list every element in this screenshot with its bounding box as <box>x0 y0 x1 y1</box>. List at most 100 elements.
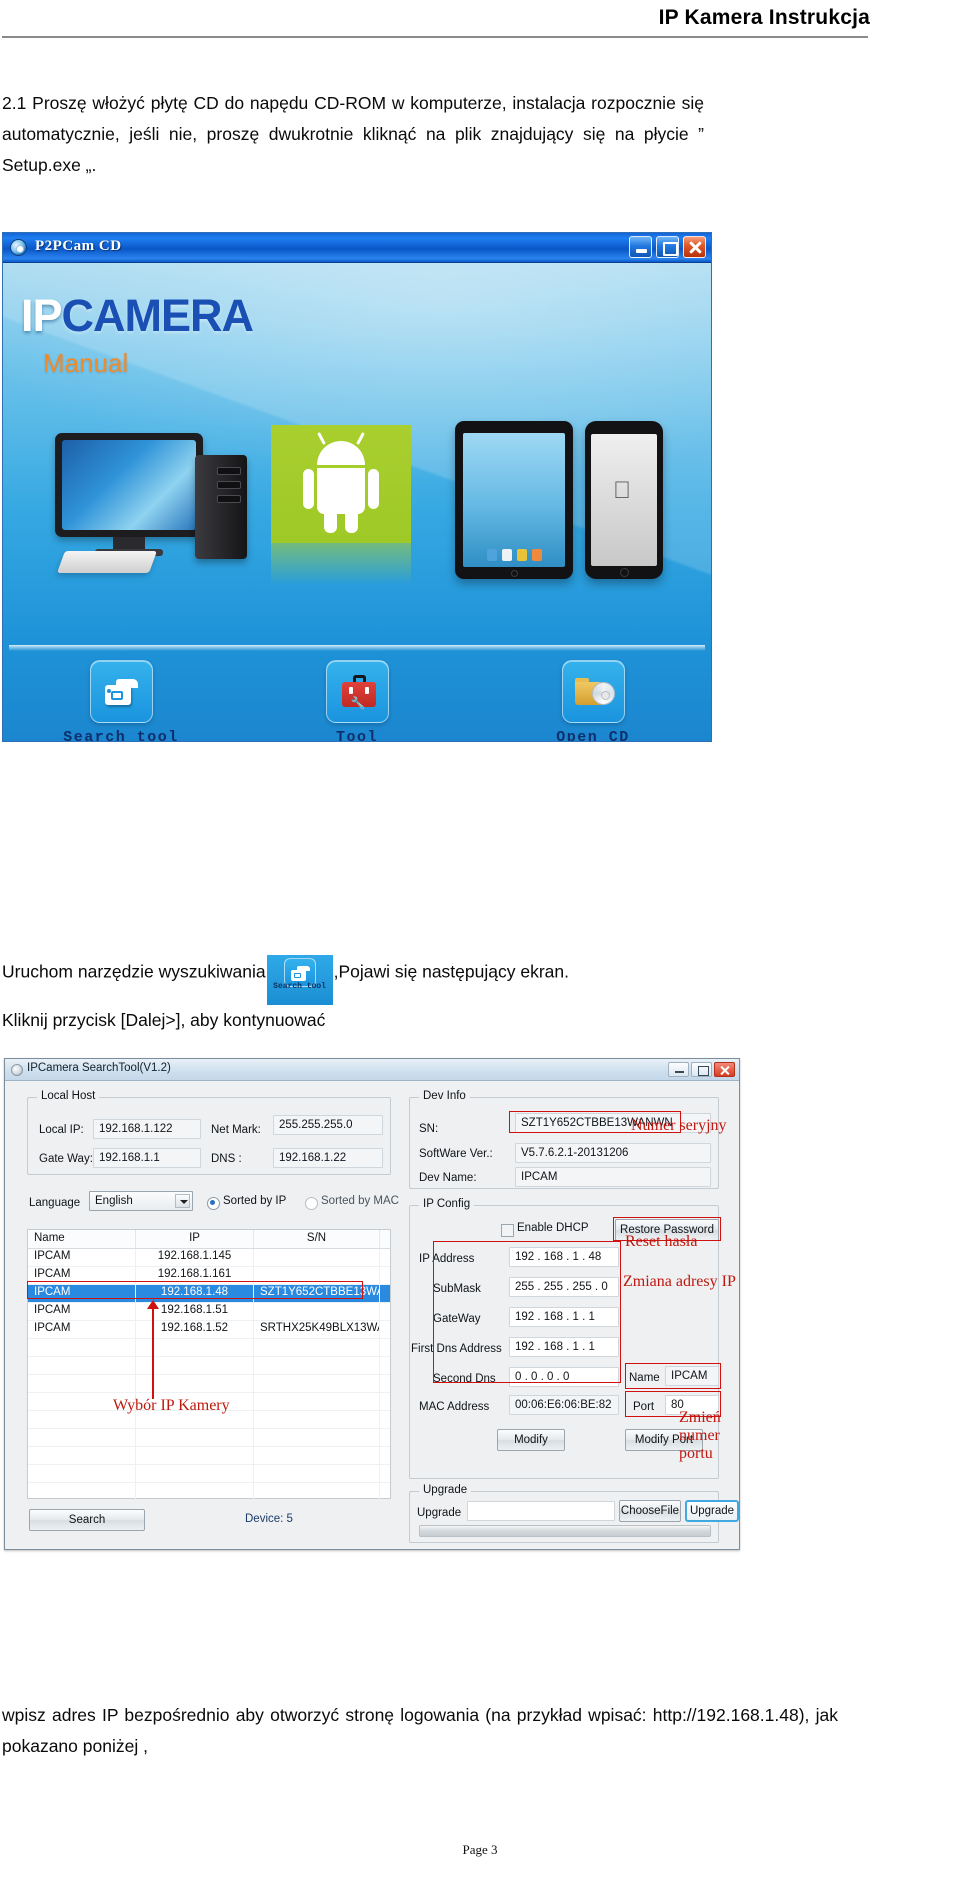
annotation-change-ip: Zmiana adresy IP <box>623 1273 736 1290</box>
maximize-icon[interactable] <box>656 236 679 258</box>
chevron-down-icon[interactable] <box>175 1194 190 1208</box>
keyboard-icon <box>56 551 158 573</box>
column-header-ip: IP <box>136 1230 254 1248</box>
table-row[interactable] <box>28 1483 390 1501</box>
close-icon[interactable] <box>714 1062 735 1077</box>
cell-name: IPCAM <box>28 1249 136 1266</box>
cd-manual-label: Manual <box>43 348 129 378</box>
toolbox-icon: 🔧 <box>325 660 389 723</box>
searchtool-window-title: IPCamera SearchTool(V1.2) <box>27 1062 171 1074</box>
language-select[interactable]: English <box>89 1191 193 1211</box>
language-value: English <box>95 1195 133 1207</box>
table-row[interactable] <box>28 1339 390 1357</box>
annotation-box-device-name <box>625 1363 721 1389</box>
local-host-group-label: Local Host <box>37 1090 100 1102</box>
close-icon[interactable] <box>683 236 706 258</box>
upgrade-group-label: Upgrade <box>419 1484 472 1496</box>
camera-icon <box>89 660 153 723</box>
cd-logo-camera: CAMERA <box>61 290 254 341</box>
column-header-name: Name <box>28 1230 136 1248</box>
table-row[interactable] <box>28 1357 390 1375</box>
cd-logo: IPCAMERA <box>21 290 254 341</box>
table-row[interactable] <box>28 1429 390 1447</box>
upgrade-field-label: Upgrade <box>417 1507 462 1519</box>
desktop-pc-illustration <box>55 433 255 581</box>
net-mask-label: Net Mark: <box>211 1124 261 1136</box>
search-button[interactable]: Search <box>29 1509 145 1531</box>
mac-address-value: 00:06:E6:06:BE:82 <box>509 1395 619 1415</box>
upgrade-progress-bar <box>419 1525 711 1537</box>
cd-action-search-tool[interactable]: Search tool <box>46 660 196 742</box>
net-mask-value: 255.255.255.0 <box>273 1115 383 1135</box>
searchtool-body: Local Host Local IP: 192.168.1.122 Net M… <box>5 1081 739 1549</box>
dns-label: DNS : <box>211 1153 242 1165</box>
cd-window-titlebar: P2PCam CD <box>3 233 711 263</box>
running-header-title: IP Kamera Instrukcja <box>658 6 870 29</box>
cd-logo-ip: IP <box>21 290 63 341</box>
software-version-label: SoftWare Ver.: <box>419 1148 493 1160</box>
run-tool-text-after: ,Pojawi się następujący ekran. <box>333 961 569 982</box>
choose-file-button[interactable]: ChooseFile <box>619 1500 681 1522</box>
table-row[interactable] <box>28 1375 390 1393</box>
cell-sn <box>254 1249 380 1266</box>
pc-tower-icon <box>195 455 247 559</box>
dev-name-label: Dev Name: <box>419 1172 477 1184</box>
language-label: Language <box>29 1197 81 1209</box>
sort-by-mac-radio[interactable]: Sorted by MAC <box>305 1195 399 1210</box>
minimize-icon[interactable] <box>629 236 652 258</box>
annotation-box-change-ip <box>433 1241 621 1383</box>
searchtool-window-buttons <box>668 1062 735 1077</box>
paragraph-enter-ip: wpisz adres IP bezpośrednio aby otworzyć… <box>2 1705 838 1756</box>
inline-badge-label: Search tool <box>273 982 326 991</box>
annotation-password-reset: Reset hasła <box>625 1233 698 1250</box>
cd-action-label: Tool <box>335 729 378 742</box>
minimize-icon[interactable] <box>668 1062 689 1077</box>
app-icon <box>11 1064 23 1076</box>
cd-autorun-window: P2PCam CD IPCAMERA Manual Search tool 🔧 … <box>2 232 712 742</box>
annotation-serial-number: Numer seryjny <box>631 1117 727 1134</box>
modify-button[interactable]: Modify <box>497 1429 565 1451</box>
enable-dhcp-checkbox[interactable]: Enable DHCP <box>501 1222 589 1237</box>
cd-action-label: Search tool <box>63 729 179 742</box>
software-version-value: V5.7.6.2.1-20131206 <box>515 1143 711 1163</box>
dev-info-group-label: Dev Info <box>419 1090 470 1102</box>
cd-action-tool[interactable]: 🔧 Tool <box>282 660 432 742</box>
table-row[interactable] <box>28 1447 390 1465</box>
device-list-header: Name IP S/N <box>28 1230 390 1249</box>
upgrade-file-field[interactable] <box>467 1501 615 1521</box>
table-row[interactable]: IPCAM 192.168.1.145 <box>28 1249 390 1267</box>
inline-search-tool-icon[interactable]: Search tool <box>266 955 333 1005</box>
paragraph-run-search-tool: Uruchom narzędzie wyszukiwania Search to… <box>2 955 838 1005</box>
cd-disc-icon <box>10 239 27 256</box>
android-robot-icon <box>303 432 379 533</box>
local-ip-label: Local IP: <box>39 1124 84 1136</box>
sort-by-ip-radio[interactable]: Sorted by IP <box>207 1195 286 1210</box>
maximize-icon[interactable] <box>691 1062 712 1077</box>
page-footer: Page 3 <box>462 1842 498 1857</box>
cell-sn: SRTHX25K49BLX13WANC1 <box>254 1321 380 1338</box>
device-list[interactable]: Name IP S/N IPCAM 192.168.1.145 IPCAM 19… <box>27 1229 391 1519</box>
table-row[interactable]: IPCAM 192.168.1.52 SRTHX25K49BLX13WANC1 <box>28 1321 390 1339</box>
paragraph-step-2-1: 2.1 Proszę włożyć płytę CD do napędu CD-… <box>2 93 704 175</box>
annotation-pointer-arrow <box>147 1300 159 1309</box>
dev-name-value: IPCAM <box>515 1167 711 1187</box>
column-header-sn: S/N <box>254 1230 380 1248</box>
cd-window-title: P2PCam CD <box>35 238 122 254</box>
table-row[interactable] <box>28 1465 390 1483</box>
sn-label: SN: <box>419 1123 439 1135</box>
smartphone-illustration:  <box>585 421 663 579</box>
ipcamera-searchtool-window: IPCamera SearchTool(V1.2) Local Host Loc… <box>4 1058 740 1550</box>
run-tool-text-before: Uruchom narzędzie wyszukiwania <box>2 961 266 982</box>
tablet-illustration <box>455 421 573 579</box>
annotation-pointer-line <box>152 1309 154 1399</box>
cd-action-bar: Search tool 🔧 Tool Open CD <box>3 653 711 742</box>
gateway-label: Gate Way: <box>39 1153 93 1165</box>
cell-sn <box>254 1303 380 1320</box>
cd-action-open-cd[interactable]: Open CD <box>518 660 668 742</box>
android-illustration <box>271 425 411 585</box>
upgrade-button[interactable]: Upgrade <box>685 1500 739 1522</box>
table-row[interactable]: IPCAM 192.168.1.51 <box>28 1303 390 1321</box>
cd-window-stage: IPCAMERA Manual Search tool 🔧 Tool Open … <box>3 263 711 742</box>
cd-action-label: Open CD <box>556 729 630 742</box>
running-header: IP Kamera Instrukcja <box>0 0 960 50</box>
